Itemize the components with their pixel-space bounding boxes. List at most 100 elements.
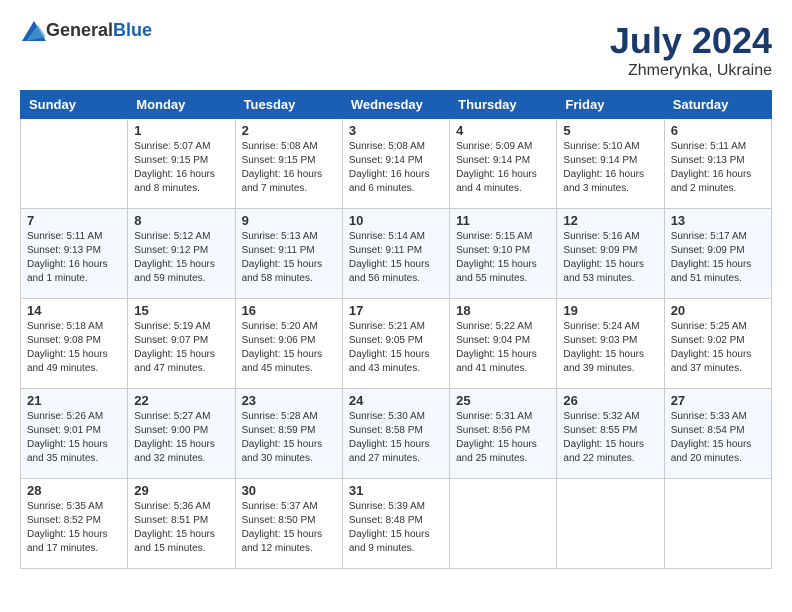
calendar-cell: 31 Sunrise: 5:39 AMSunset: 8:48 PMDaylig… <box>342 479 449 569</box>
day-info: Sunrise: 5:18 AMSunset: 9:08 PMDaylight:… <box>27 320 121 376</box>
day-info: Sunrise: 5:15 AMSunset: 9:10 PMDaylight:… <box>456 230 550 286</box>
day-number: 4 <box>456 123 550 138</box>
day-number: 10 <box>349 213 443 228</box>
day-number: 28 <box>27 483 121 498</box>
calendar-cell <box>557 479 664 569</box>
day-info: Sunrise: 5:09 AMSunset: 9:14 PMDaylight:… <box>456 140 550 196</box>
day-header-monday: Monday <box>128 91 235 119</box>
title-block: July 2024 Zhmerynka, Ukraine <box>610 20 772 80</box>
days-header-row: SundayMondayTuesdayWednesdayThursdayFrid… <box>21 91 772 119</box>
day-number: 19 <box>563 303 657 318</box>
day-info: Sunrise: 5:07 AMSunset: 9:15 PMDaylight:… <box>134 140 228 196</box>
logo-general: General <box>46 20 113 40</box>
calendar-cell: 7 Sunrise: 5:11 AMSunset: 9:13 PMDayligh… <box>21 209 128 299</box>
calendar-cell: 14 Sunrise: 5:18 AMSunset: 9:08 PMDaylig… <box>21 299 128 389</box>
calendar-table: SundayMondayTuesdayWednesdayThursdayFrid… <box>20 90 772 569</box>
day-header-wednesday: Wednesday <box>342 91 449 119</box>
day-info: Sunrise: 5:19 AMSunset: 9:07 PMDaylight:… <box>134 320 228 376</box>
calendar-cell: 8 Sunrise: 5:12 AMSunset: 9:12 PMDayligh… <box>128 209 235 299</box>
calendar-cell: 24 Sunrise: 5:30 AMSunset: 8:58 PMDaylig… <box>342 389 449 479</box>
calendar-cell: 26 Sunrise: 5:32 AMSunset: 8:55 PMDaylig… <box>557 389 664 479</box>
day-info: Sunrise: 5:08 AMSunset: 9:14 PMDaylight:… <box>349 140 443 196</box>
calendar-cell: 25 Sunrise: 5:31 AMSunset: 8:56 PMDaylig… <box>450 389 557 479</box>
day-number: 13 <box>671 213 765 228</box>
day-number: 2 <box>242 123 336 138</box>
calendar-cell: 1 Sunrise: 5:07 AMSunset: 9:15 PMDayligh… <box>128 119 235 209</box>
week-row-5: 28 Sunrise: 5:35 AMSunset: 8:52 PMDaylig… <box>21 479 772 569</box>
day-info: Sunrise: 5:24 AMSunset: 9:03 PMDaylight:… <box>563 320 657 376</box>
day-number: 12 <box>563 213 657 228</box>
day-number: 18 <box>456 303 550 318</box>
calendar-cell: 16 Sunrise: 5:20 AMSunset: 9:06 PMDaylig… <box>235 299 342 389</box>
day-info: Sunrise: 5:17 AMSunset: 9:09 PMDaylight:… <box>671 230 765 286</box>
day-header-sunday: Sunday <box>21 91 128 119</box>
week-row-1: 1 Sunrise: 5:07 AMSunset: 9:15 PMDayligh… <box>21 119 772 209</box>
calendar-cell: 29 Sunrise: 5:36 AMSunset: 8:51 PMDaylig… <box>128 479 235 569</box>
day-info: Sunrise: 5:39 AMSunset: 8:48 PMDaylight:… <box>349 500 443 556</box>
day-number: 16 <box>242 303 336 318</box>
calendar-cell: 15 Sunrise: 5:19 AMSunset: 9:07 PMDaylig… <box>128 299 235 389</box>
calendar-cell: 28 Sunrise: 5:35 AMSunset: 8:52 PMDaylig… <box>21 479 128 569</box>
location: Zhmerynka, Ukraine <box>610 62 772 80</box>
logo-icon <box>22 21 46 41</box>
day-header-saturday: Saturday <box>664 91 771 119</box>
calendar-cell: 30 Sunrise: 5:37 AMSunset: 8:50 PMDaylig… <box>235 479 342 569</box>
day-info: Sunrise: 5:13 AMSunset: 9:11 PMDaylight:… <box>242 230 336 286</box>
day-number: 7 <box>27 213 121 228</box>
page-header: GeneralBlue July 2024 Zhmerynka, Ukraine <box>20 20 772 80</box>
calendar-cell: 5 Sunrise: 5:10 AMSunset: 9:14 PMDayligh… <box>557 119 664 209</box>
calendar-cell: 22 Sunrise: 5:27 AMSunset: 9:00 PMDaylig… <box>128 389 235 479</box>
day-header-friday: Friday <box>557 91 664 119</box>
day-number: 31 <box>349 483 443 498</box>
day-info: Sunrise: 5:32 AMSunset: 8:55 PMDaylight:… <box>563 410 657 466</box>
day-info: Sunrise: 5:27 AMSunset: 9:00 PMDaylight:… <box>134 410 228 466</box>
calendar-cell: 23 Sunrise: 5:28 AMSunset: 8:59 PMDaylig… <box>235 389 342 479</box>
day-number: 21 <box>27 393 121 408</box>
day-info: Sunrise: 5:11 AMSunset: 9:13 PMDaylight:… <box>27 230 121 286</box>
day-number: 15 <box>134 303 228 318</box>
week-row-4: 21 Sunrise: 5:26 AMSunset: 9:01 PMDaylig… <box>21 389 772 479</box>
month-year: July 2024 <box>610 20 772 62</box>
day-info: Sunrise: 5:28 AMSunset: 8:59 PMDaylight:… <box>242 410 336 466</box>
day-number: 1 <box>134 123 228 138</box>
calendar-cell: 21 Sunrise: 5:26 AMSunset: 9:01 PMDaylig… <box>21 389 128 479</box>
day-info: Sunrise: 5:26 AMSunset: 9:01 PMDaylight:… <box>27 410 121 466</box>
day-info: Sunrise: 5:37 AMSunset: 8:50 PMDaylight:… <box>242 500 336 556</box>
day-number: 20 <box>671 303 765 318</box>
day-number: 25 <box>456 393 550 408</box>
day-info: Sunrise: 5:08 AMSunset: 9:15 PMDaylight:… <box>242 140 336 196</box>
day-number: 8 <box>134 213 228 228</box>
calendar-cell: 10 Sunrise: 5:14 AMSunset: 9:11 PMDaylig… <box>342 209 449 299</box>
day-number: 27 <box>671 393 765 408</box>
day-info: Sunrise: 5:30 AMSunset: 8:58 PMDaylight:… <box>349 410 443 466</box>
calendar-cell: 19 Sunrise: 5:24 AMSunset: 9:03 PMDaylig… <box>557 299 664 389</box>
day-info: Sunrise: 5:22 AMSunset: 9:04 PMDaylight:… <box>456 320 550 376</box>
week-row-2: 7 Sunrise: 5:11 AMSunset: 9:13 PMDayligh… <box>21 209 772 299</box>
calendar-cell <box>664 479 771 569</box>
calendar-cell: 9 Sunrise: 5:13 AMSunset: 9:11 PMDayligh… <box>235 209 342 299</box>
calendar-cell: 20 Sunrise: 5:25 AMSunset: 9:02 PMDaylig… <box>664 299 771 389</box>
calendar-cell <box>450 479 557 569</box>
day-info: Sunrise: 5:31 AMSunset: 8:56 PMDaylight:… <box>456 410 550 466</box>
day-number: 30 <box>242 483 336 498</box>
day-info: Sunrise: 5:36 AMSunset: 8:51 PMDaylight:… <box>134 500 228 556</box>
day-info: Sunrise: 5:12 AMSunset: 9:12 PMDaylight:… <box>134 230 228 286</box>
calendar-cell: 3 Sunrise: 5:08 AMSunset: 9:14 PMDayligh… <box>342 119 449 209</box>
calendar-cell <box>21 119 128 209</box>
day-number: 24 <box>349 393 443 408</box>
day-number: 29 <box>134 483 228 498</box>
day-number: 17 <box>349 303 443 318</box>
day-info: Sunrise: 5:10 AMSunset: 9:14 PMDaylight:… <box>563 140 657 196</box>
calendar-cell: 27 Sunrise: 5:33 AMSunset: 8:54 PMDaylig… <box>664 389 771 479</box>
day-info: Sunrise: 5:21 AMSunset: 9:05 PMDaylight:… <box>349 320 443 376</box>
day-info: Sunrise: 5:33 AMSunset: 8:54 PMDaylight:… <box>671 410 765 466</box>
day-info: Sunrise: 5:11 AMSunset: 9:13 PMDaylight:… <box>671 140 765 196</box>
calendar-cell: 12 Sunrise: 5:16 AMSunset: 9:09 PMDaylig… <box>557 209 664 299</box>
day-number: 22 <box>134 393 228 408</box>
day-info: Sunrise: 5:16 AMSunset: 9:09 PMDaylight:… <box>563 230 657 286</box>
day-info: Sunrise: 5:25 AMSunset: 9:02 PMDaylight:… <box>671 320 765 376</box>
day-info: Sunrise: 5:14 AMSunset: 9:11 PMDaylight:… <box>349 230 443 286</box>
logo-blue: Blue <box>113 20 152 40</box>
day-number: 9 <box>242 213 336 228</box>
day-number: 26 <box>563 393 657 408</box>
